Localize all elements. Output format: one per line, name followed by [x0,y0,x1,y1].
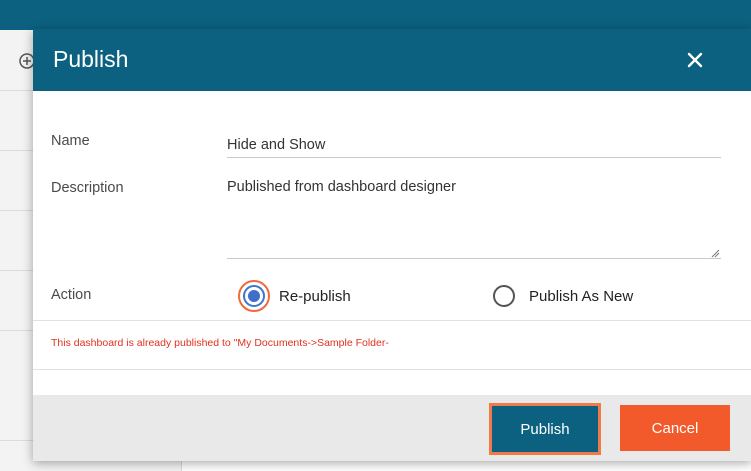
dialog-title: Publish [53,46,129,72]
dialog-footer: Publish Cancel [33,395,751,461]
close-icon [687,52,703,68]
radio-focus-ring [238,280,270,312]
cancel-button[interactable]: Cancel [620,405,730,451]
name-field[interactable] [227,128,721,158]
warning-message: This dashboard is already published to "… [51,337,389,349]
republish-radio[interactable] [243,285,265,307]
action-label: Action [51,287,92,303]
description-field[interactable]: Published from dashboard designer [227,171,721,259]
close-button[interactable] [678,43,712,77]
publish-dialog: Publish Name Description Published from … [33,29,751,461]
name-label: Name [51,133,90,149]
dialog-header: Publish [33,29,751,91]
publish-as-new-label: Publish As New [529,287,634,305]
radio-outline [488,280,520,312]
description-label: Description [51,180,124,196]
publish-as-new-option[interactable]: Publish As New [488,280,633,312]
resize-grip-icon[interactable] [710,248,720,258]
publish-as-new-radio[interactable] [493,285,515,307]
divider [33,320,751,321]
app-topbar [0,0,751,30]
republish-option[interactable]: Re-publish [238,280,351,312]
divider [33,369,751,370]
publish-button[interactable]: Publish [489,403,601,455]
republish-label: Re-publish [279,287,351,305]
